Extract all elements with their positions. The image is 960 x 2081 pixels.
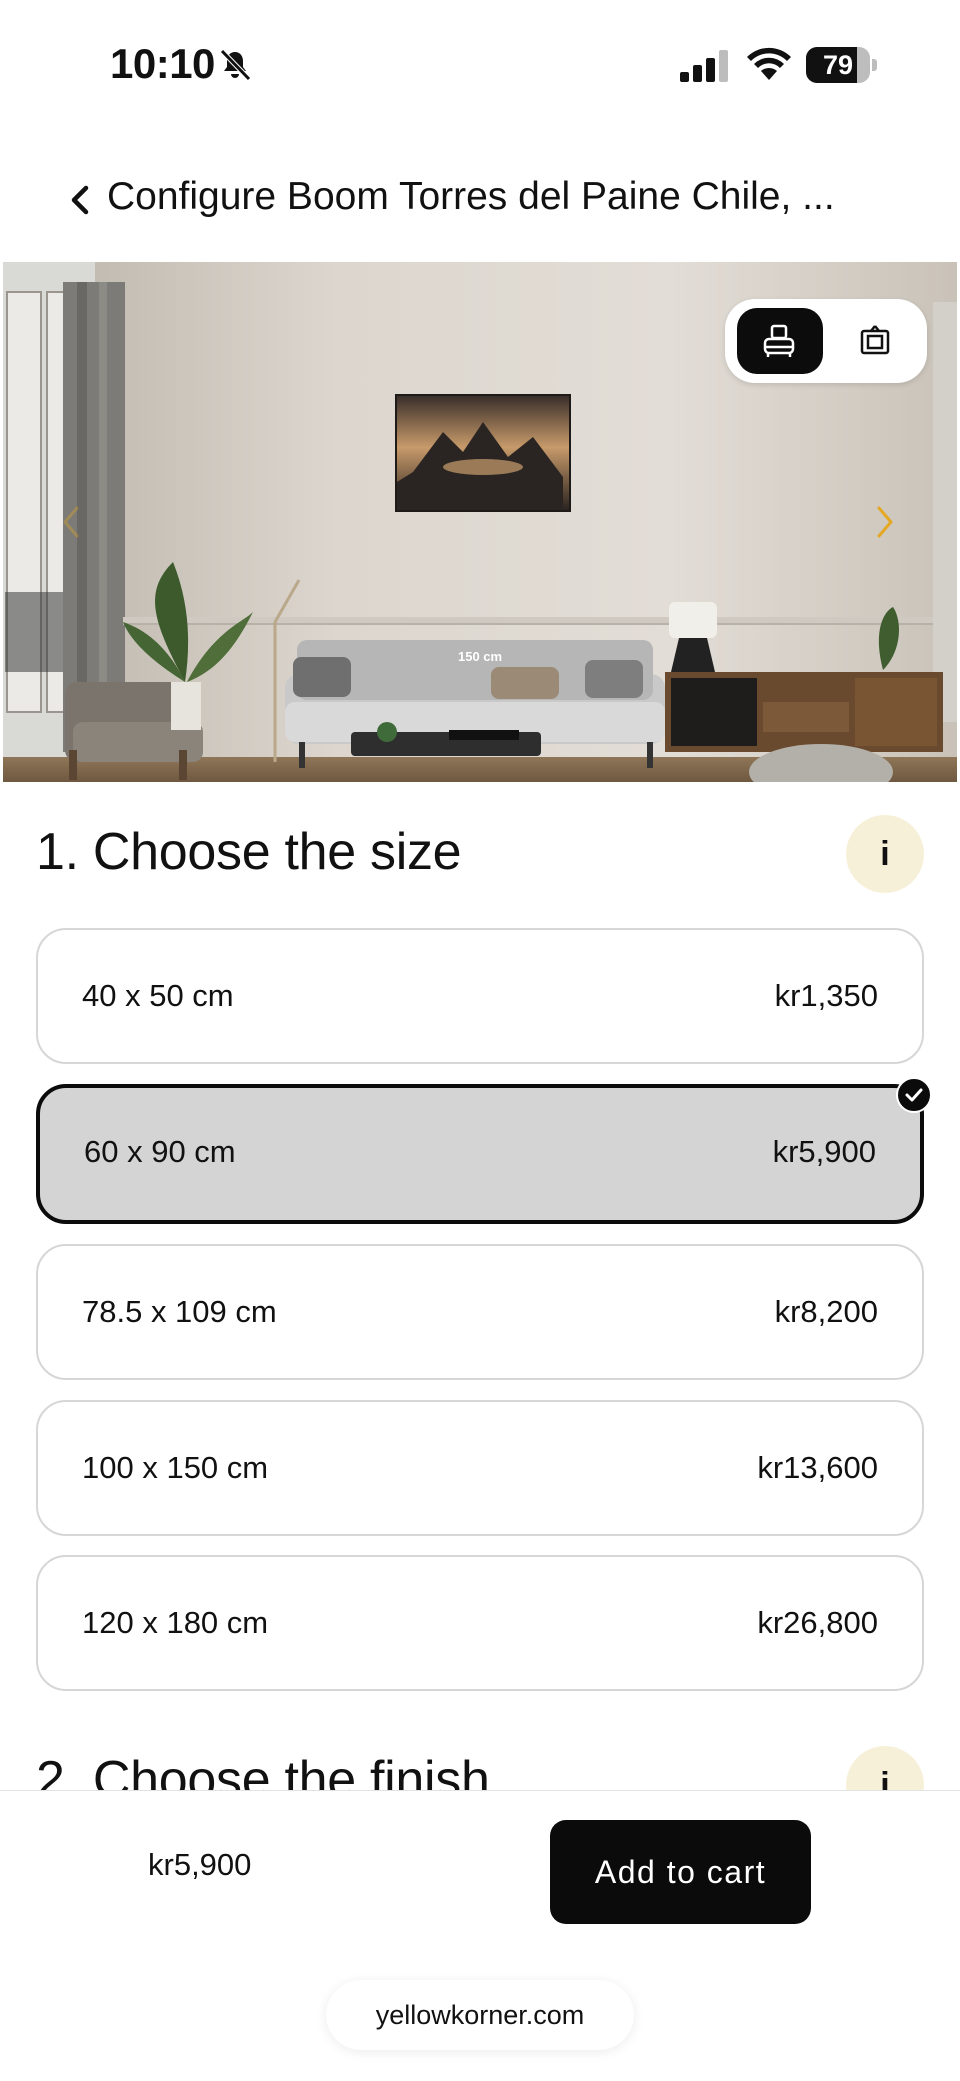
product-preview[interactable]: 150 cm [3, 262, 957, 782]
cellular-signal-icon [680, 50, 728, 82]
size-option-price: kr8,200 [774, 1294, 878, 1329]
size-option[interactable]: 120 x 180 cm kr26,800 [36, 1555, 924, 1691]
size-option-selected[interactable]: 60 x 90 cm kr5,900 [36, 1084, 924, 1224]
room-view-button[interactable] [737, 308, 823, 374]
previous-image-arrow[interactable] [51, 492, 91, 552]
checkout-bar: kr5,900 Add to cart yellowkorner.com [0, 1790, 960, 2081]
size-section-title: 1. Choose the size [36, 823, 462, 881]
size-option-dimensions: 120 x 180 cm [82, 1605, 269, 1640]
page-title: Configure Boom Torres del Paine Chile, .… [107, 175, 835, 218]
total-price: kr5,900 [148, 1847, 252, 1882]
size-caption: 150 cm [458, 649, 503, 664]
size-option-price: kr5,900 [772, 1134, 876, 1169]
header: Configure Boom Torres del Paine Chile, .… [0, 150, 960, 250]
frame-view-button[interactable] [835, 308, 915, 374]
back-button[interactable] [62, 178, 102, 222]
size-option-price: kr13,600 [757, 1450, 878, 1485]
size-option-dimensions: 40 x 50 cm [82, 978, 234, 1013]
browser-url-bar[interactable]: yellowkorner.com [326, 1980, 634, 2050]
size-option-price: kr26,800 [757, 1605, 878, 1640]
battery-icon: 79 [806, 47, 877, 83]
size-option-dimensions: 78.5 x 109 cm [82, 1294, 277, 1329]
next-image-arrow[interactable] [865, 492, 905, 552]
product-configurator-page: 10:10 79 Configure Boom Torres del Paine… [0, 0, 960, 2081]
chevron-left-icon [71, 185, 89, 215]
status-bar: 10:10 79 [0, 0, 960, 130]
frame-view-icon [860, 325, 890, 355]
wifi-icon [747, 47, 791, 80]
size-option-dimensions: 100 x 150 cm [82, 1450, 269, 1485]
selected-check-icon [896, 1077, 932, 1113]
chevron-left-icon [63, 506, 79, 538]
size-option-price: kr1,350 [774, 978, 878, 1013]
room-view-icon [763, 324, 795, 357]
battery-level: 79 [822, 50, 854, 80]
view-toggle [725, 299, 927, 383]
size-info-button[interactable]: i [846, 815, 924, 893]
size-option[interactable]: 100 x 150 cm kr13,600 [36, 1400, 924, 1536]
bell-slash-icon [220, 49, 251, 81]
chevron-right-icon [877, 506, 893, 538]
add-to-cart-button[interactable]: Add to cart [550, 1820, 811, 1924]
status-time: 10:10 [110, 40, 215, 87]
size-option-dimensions: 60 x 90 cm [84, 1134, 236, 1169]
size-option[interactable]: 78.5 x 109 cm kr8,200 [36, 1244, 924, 1380]
size-option[interactable]: 40 x 50 cm kr1,350 [36, 928, 924, 1064]
